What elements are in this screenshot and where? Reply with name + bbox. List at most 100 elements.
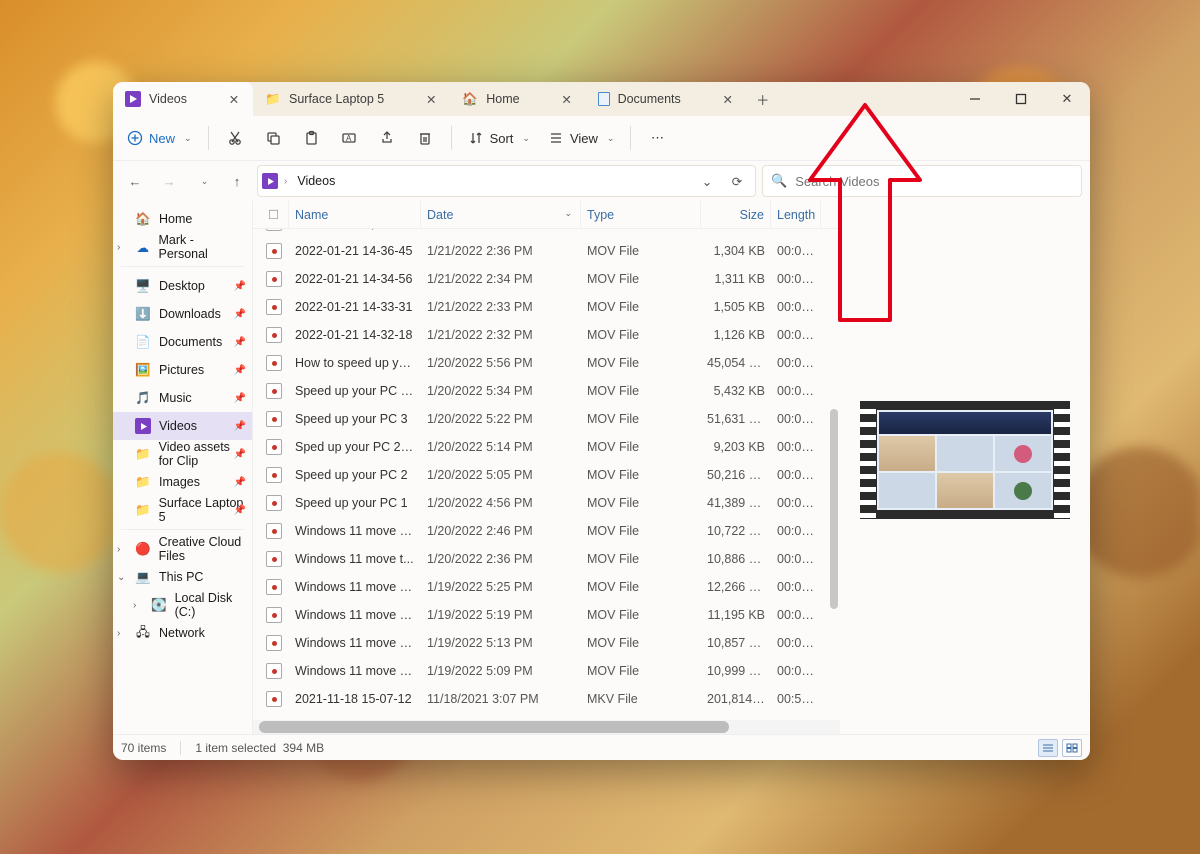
chevron-right-icon[interactable]: ›: [117, 242, 120, 253]
chevron-right-icon[interactable]: ›: [117, 544, 120, 555]
file-length: 00:01:23: [771, 580, 821, 594]
videos-icon: [262, 173, 278, 189]
file-date: 1/20/2022 5:14 PM: [421, 440, 581, 454]
sidebar-item-surface-laptop-5[interactable]: 📁Surface Laptop 5📌: [113, 496, 252, 524]
file-length: 00:01:15: [771, 440, 821, 454]
tab-home[interactable]: 🏠 Home ✕: [450, 82, 585, 116]
new-button[interactable]: New⌄: [119, 122, 200, 154]
documents-icon: 📄: [135, 334, 151, 350]
file-length: 00:06:00: [771, 356, 821, 370]
sidebar-ccf[interactable]: ›🔴Creative Cloud Files: [113, 535, 252, 563]
details-view-button[interactable]: [1038, 739, 1058, 757]
scroll-thumb[interactable]: [830, 409, 838, 609]
video-file-icon: [266, 551, 282, 567]
delete-button[interactable]: [407, 122, 443, 154]
table-row[interactable]: How to speed up yo...1/20/2022 5:56 PMMO…: [253, 349, 840, 377]
tab-label: Videos: [149, 92, 187, 106]
table-row[interactable]: Speed up your PC 21/20/2022 5:05 PMMOV F…: [253, 461, 840, 489]
vertical-scrollbar[interactable]: [826, 229, 840, 734]
file-date: 1/20/2022 4:56 PM: [421, 496, 581, 510]
col-name[interactable]: Name: [289, 201, 421, 228]
table-row[interactable]: 2022-01-21 14-33-311/21/2022 2:33 PMMOV …: [253, 293, 840, 321]
sidebar-item-desktop[interactable]: 🖥️Desktop📌: [113, 272, 252, 300]
table-row[interactable]: Windows 11 move s...1/19/2022 5:19 PMMOV…: [253, 601, 840, 629]
col-type[interactable]: Type: [581, 201, 701, 228]
sidebar-home[interactable]: 🏠Home: [113, 205, 252, 233]
table-row[interactable]: 2022-01-21 14-32-181/21/2022 2:32 PMMOV …: [253, 321, 840, 349]
rename-button[interactable]: A: [331, 122, 367, 154]
table-row[interactable]: Windows 11 move t...1/20/2022 2:36 PMMOV…: [253, 545, 840, 573]
sidebar-item-music[interactable]: 🎵Music📌: [113, 384, 252, 412]
add-tab-button[interactable]: ＋: [747, 82, 779, 116]
table-row[interactable]: Wordle cold open1/21/2022 2:56 PMMOV Fil…: [253, 229, 840, 237]
up-button[interactable]: ↑: [223, 167, 251, 195]
table-row[interactable]: Windows 11 move s...1/19/2022 5:13 PMMOV…: [253, 629, 840, 657]
recent-button[interactable]: ⌄: [189, 167, 217, 195]
table-row[interactable]: Sped up your PC 2 cl...1/20/2022 5:14 PM…: [253, 433, 840, 461]
col-size[interactable]: Size: [701, 201, 771, 228]
body: 🏠Home ›☁Mark - Personal 🖥️Desktop📌⬇️Down…: [113, 201, 1090, 734]
chevron-right-icon[interactable]: ›: [133, 600, 136, 611]
maximize-button[interactable]: [998, 82, 1044, 116]
sidebar-item-videos[interactable]: Videos📌: [113, 412, 252, 440]
col-date[interactable]: Date⌄: [421, 201, 581, 228]
tab-documents[interactable]: Documents ✕: [586, 82, 747, 116]
nav-pane[interactable]: 🏠Home ›☁Mark - Personal 🖥️Desktop📌⬇️Down…: [113, 201, 253, 734]
table-row[interactable]: Windows 11 move s...1/19/2022 5:25 PMMOV…: [253, 573, 840, 601]
close-icon[interactable]: ✕: [719, 90, 737, 108]
copy-button[interactable]: [255, 122, 291, 154]
search-box[interactable]: 🔍: [762, 165, 1082, 197]
table-row[interactable]: Speed up your PC 11/20/2022 4:56 PMMOV F…: [253, 489, 840, 517]
sidebar-item-documents[interactable]: 📄Documents📌: [113, 328, 252, 356]
table-row[interactable]: Speed up your PC 3 ...1/20/2022 5:34 PMM…: [253, 377, 840, 405]
file-name: How to speed up yo...: [289, 356, 421, 370]
more-button[interactable]: ⋯: [639, 122, 675, 154]
table-row[interactable]: Windows 11 move s...1/20/2022 2:46 PMMOV…: [253, 517, 840, 545]
close-icon[interactable]: ✕: [225, 90, 243, 108]
pin-icon: 📌: [234, 505, 246, 516]
sidebar-item-pictures[interactable]: 🖼️Pictures📌: [113, 356, 252, 384]
new-label: New: [149, 131, 175, 146]
tab-surface[interactable]: 📁 Surface Laptop 5 ✕: [253, 82, 450, 116]
sidebar-localdisk[interactable]: ›💽Local Disk (C:): [113, 591, 252, 619]
chevron-down-icon[interactable]: ⌄: [117, 572, 125, 583]
sidebar-onedrive[interactable]: ›☁Mark - Personal: [113, 233, 252, 261]
file-length: 00:00:14: [771, 229, 821, 230]
file-date: 1/21/2022 2:33 PM: [421, 300, 581, 314]
sidebar-item-video-assets-for-clip[interactable]: 📁Video assets for Clip📌: [113, 440, 252, 468]
chevron-right-icon[interactable]: ›: [117, 628, 120, 639]
sidebar-item-downloads[interactable]: ⬇️Downloads📌: [113, 300, 252, 328]
sidebar-item-images[interactable]: 📁Images📌: [113, 468, 252, 496]
refresh-button[interactable]: ⟳: [723, 167, 751, 195]
search-input[interactable]: [795, 174, 1073, 189]
table-row[interactable]: Speed up your PC 31/20/2022 5:22 PMMOV F…: [253, 405, 840, 433]
view-button[interactable]: View⌄: [540, 122, 623, 154]
cut-button[interactable]: [217, 122, 253, 154]
chevron-down-icon[interactable]: ⌄: [693, 167, 721, 195]
minimize-button[interactable]: [952, 82, 998, 116]
paste-button[interactable]: [293, 122, 329, 154]
sidebar-network[interactable]: ›🖧Network: [113, 619, 252, 647]
select-all-checkbox[interactable]: ☐: [259, 201, 289, 228]
breadcrumb[interactable]: Videos: [293, 170, 339, 192]
table-row[interactable]: 2022-01-21 14-36-451/21/2022 2:36 PMMOV …: [253, 237, 840, 265]
close-icon[interactable]: ✕: [422, 90, 440, 108]
file-name: Windows 11 move s...: [289, 636, 421, 650]
tab-videos[interactable]: Videos ✕: [113, 82, 253, 116]
address-bar[interactable]: › Videos ⌄ ⟳: [257, 165, 756, 197]
thumbnails-view-button[interactable]: [1062, 739, 1082, 757]
sort-button[interactable]: Sort⌄: [460, 122, 538, 154]
col-length[interactable]: Length: [771, 201, 821, 228]
table-row[interactable]: 2022-01-21 14-34-561/21/2022 2:34 PMMOV …: [253, 265, 840, 293]
pin-icon: 📌: [234, 449, 246, 460]
table-row[interactable]: 2021-11-18 15-07-1211/18/2021 3:07 PMMKV…: [253, 685, 840, 713]
back-button[interactable]: ←: [121, 167, 149, 195]
forward-button[interactable]: →: [155, 167, 183, 195]
table-row[interactable]: Windows 11 move S...1/19/2022 5:09 PMMOV…: [253, 657, 840, 685]
file-name: Windows 11 move S...: [289, 664, 421, 678]
rows-viewport[interactable]: Wordle cold open1/21/2022 2:56 PMMOV Fil…: [253, 229, 840, 734]
window-close-button[interactable]: ✕: [1044, 82, 1090, 116]
share-button[interactable]: [369, 122, 405, 154]
sidebar-thispc[interactable]: ⌄💻This PC: [113, 563, 252, 591]
close-icon[interactable]: ✕: [558, 90, 576, 108]
